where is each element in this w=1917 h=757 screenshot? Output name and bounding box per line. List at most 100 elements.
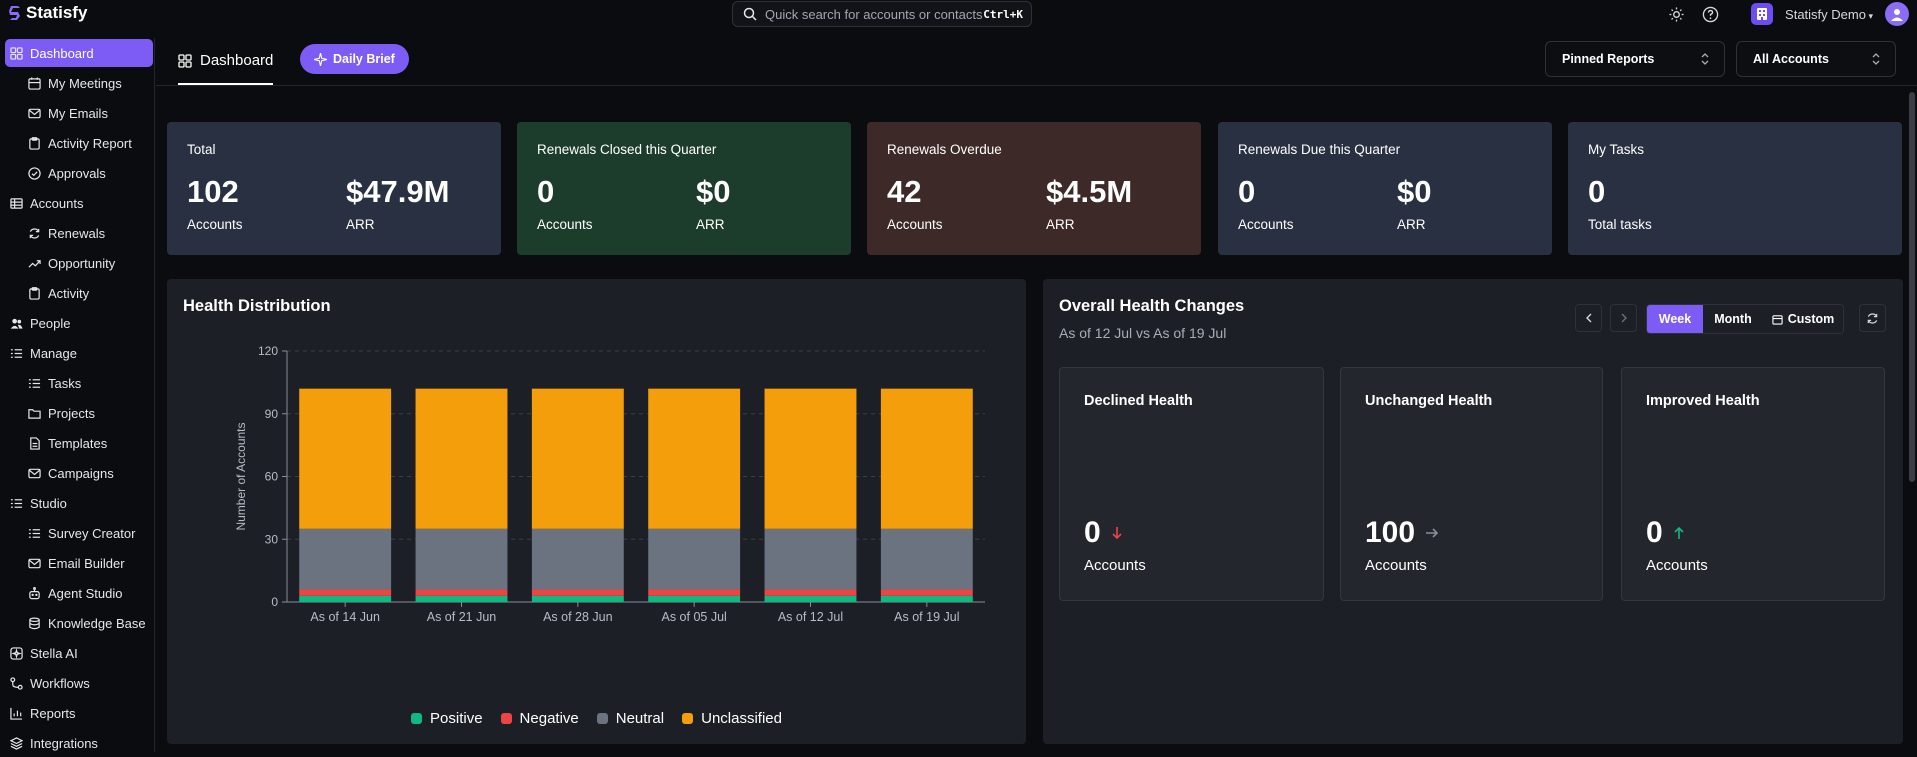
accounts-filter-select[interactable]: All Accounts — [1736, 41, 1896, 77]
period-toggle: Week Month Custom — [1646, 304, 1844, 334]
bar-segment-negative — [415, 589, 508, 596]
sidebar-item-my-meetings[interactable]: My Meetings — [5, 69, 153, 97]
sidebar-item-campaigns[interactable]: Campaigns — [5, 459, 153, 487]
period-week-label: Week — [1658, 312, 1692, 326]
grid-icon — [178, 53, 192, 68]
sidebar-item-label: Tasks — [48, 375, 82, 391]
search-shortcut: Ctrl+K — [983, 7, 1023, 21]
kpi-card-my-tasks[interactable]: My Tasks 0 Total tasks — [1568, 122, 1902, 255]
page-scrollbar[interactable] — [1909, 92, 1915, 482]
sidebar-item-label: Activity — [48, 285, 90, 301]
list-icon — [10, 348, 23, 358]
refresh-button[interactable] — [1859, 304, 1886, 332]
bar-segment-negative — [299, 589, 392, 596]
kpi-card-renewals-closed[interactable]: Renewals Closed this Quarter 0 Accounts … — [517, 122, 851, 255]
health-distribution-chart: 0 30 60 90 120 Number of Accounts As of 14 Jun… — [234, 344, 985, 624]
sidebar-item-survey-creator[interactable]: Survey Creator — [5, 519, 153, 547]
legend-item-positive[interactable]: Positive — [411, 710, 483, 727]
period-week-button[interactable]: Week — [1647, 305, 1703, 333]
x-tick-label: As of 12 Jul — [778, 610, 843, 624]
sidebar-item-tasks[interactable]: Tasks — [5, 369, 153, 397]
sidebar-item-knowledge-base[interactable]: Knowledge Base — [5, 609, 153, 637]
legend-item-unclassified[interactable]: Unclassified — [682, 710, 782, 727]
kpi-arr-value: $0 — [696, 174, 731, 209]
building-icon[interactable] — [1751, 3, 1774, 25]
unchanged-health-card[interactable]: Unchanged Health 100 Accounts — [1340, 367, 1603, 601]
y-tick-label: 60 — [265, 470, 279, 484]
search-icon — [743, 7, 757, 21]
sidebar-item-templates[interactable]: Templates — [5, 429, 153, 457]
sidebar-item-people[interactable]: People — [5, 309, 153, 337]
sidebar-item-activity-report[interactable]: Activity Report — [5, 129, 153, 157]
bar-segment-unclassified — [299, 388, 392, 529]
legend-swatch — [682, 713, 694, 724]
declined-health-card[interactable]: Declined Health 0 Accounts — [1059, 367, 1324, 601]
sidebar-item-label: Campaigns — [48, 465, 114, 481]
sidebar-item-label: Templates — [48, 435, 108, 451]
search-placeholder: Quick search for accounts or contacts — [765, 6, 983, 22]
list-icon — [28, 378, 41, 388]
kpi-accounts-label: Accounts — [537, 217, 593, 232]
user-avatar-icon[interactable] — [1885, 2, 1909, 26]
kpi-card-renewals-overdue[interactable]: Renewals Overdue 42 Accounts $4.5M ARR — [867, 122, 1201, 255]
sidebar-item-integrations[interactable]: Integrations — [5, 729, 153, 757]
trending-icon — [28, 259, 41, 268]
sidebar-item-opportunity[interactable]: Opportunity — [5, 249, 153, 277]
kpi-accounts-label: Accounts — [187, 217, 243, 232]
sidebar-item-label: Survey Creator — [48, 525, 136, 541]
kpi-tasks-value: 0 — [1588, 174, 1606, 209]
org-switcher[interactable]: Statisfy Demo ▾ — [1785, 7, 1873, 22]
bar-segment-positive — [648, 595, 741, 602]
search-input[interactable]: Quick search for accounts or contacts Ct… — [732, 1, 1032, 27]
y-tick-label: 0 — [271, 595, 278, 609]
kpi-card-renewals-due[interactable]: Renewals Due this Quarter 0 Accounts $0 … — [1218, 122, 1552, 255]
tab-dashboard-label: Dashboard — [200, 52, 274, 69]
sidebar-item-workflows[interactable]: Workflows — [5, 669, 153, 697]
sidebar-item-label: Workflows — [30, 675, 90, 691]
sidebar-item-my-emails[interactable]: My Emails — [5, 99, 153, 127]
sidebar-item-stella-ai[interactable]: Stella AI — [5, 639, 153, 667]
sidebar-item-renewals[interactable]: Renewals — [5, 219, 153, 247]
legend-label: Unclassified — [701, 710, 782, 727]
bar-segment-negative — [531, 589, 624, 596]
period-month-button[interactable]: Month — [1703, 305, 1763, 333]
legend-item-neutral[interactable]: Neutral — [596, 710, 664, 727]
sidebar-item-reports[interactable]: Reports — [5, 699, 153, 727]
sun-icon[interactable] — [1665, 3, 1687, 25]
y-tick-label: 30 — [265, 532, 279, 546]
kpi-title: Renewals Due this Quarter — [1238, 142, 1401, 157]
sidebar-item-dashboard[interactable]: Dashboard — [5, 39, 153, 67]
sidebar-item-agent-studio[interactable]: Agent Studio — [5, 579, 153, 607]
kpi-accounts-value: 0 — [1238, 174, 1256, 209]
bar-segment-positive — [299, 595, 392, 602]
bar-segment-neutral — [764, 528, 857, 590]
kpi-card-total[interactable]: Total 102 Accounts $47.9M ARR — [167, 122, 501, 255]
sidebar-item-label: Agent Studio — [48, 585, 123, 601]
app-logo[interactable]: Statisfy — [8, 3, 87, 23]
sidebar-item-label: Approvals — [48, 165, 106, 181]
sidebar-item-projects[interactable]: Projects — [5, 399, 153, 427]
sidebar-item-email-builder[interactable]: Email Builder — [5, 549, 153, 577]
tab-dashboard[interactable]: Dashboard — [178, 38, 274, 85]
sidebar-item-activity[interactable]: Activity — [5, 279, 153, 307]
arrow-right-icon — [1426, 528, 1439, 538]
help-icon[interactable] — [1699, 3, 1721, 25]
sidebar-item-label: Knowledge Base — [48, 615, 146, 631]
sidebar-item-approvals[interactable]: Approvals — [5, 159, 153, 187]
next-period-button[interactable] — [1610, 304, 1637, 332]
sidebar-item-label: Studio — [30, 495, 67, 511]
sidebar-item-label: Projects — [48, 405, 95, 421]
bar-segment-positive — [764, 595, 857, 602]
prev-period-button[interactable] — [1575, 304, 1602, 332]
improved-health-card[interactable]: Improved Health 0 Accounts — [1621, 367, 1885, 601]
calendar-icon — [28, 76, 41, 90]
period-custom-button[interactable]: Custom — [1763, 305, 1843, 333]
daily-brief-button[interactable]: Daily Brief — [300, 44, 409, 74]
legend-item-negative[interactable]: Negative — [500, 710, 579, 727]
top-bar: Statisfy Quick search for accounts or co… — [0, 0, 1917, 30]
sidebar-item-manage[interactable]: Manage — [5, 339, 153, 367]
sidebar-item-accounts[interactable]: Accounts — [5, 189, 153, 217]
file-icon — [30, 436, 40, 450]
pinned-reports-select[interactable]: Pinned Reports — [1545, 41, 1725, 77]
sidebar-item-studio[interactable]: Studio — [5, 489, 153, 517]
